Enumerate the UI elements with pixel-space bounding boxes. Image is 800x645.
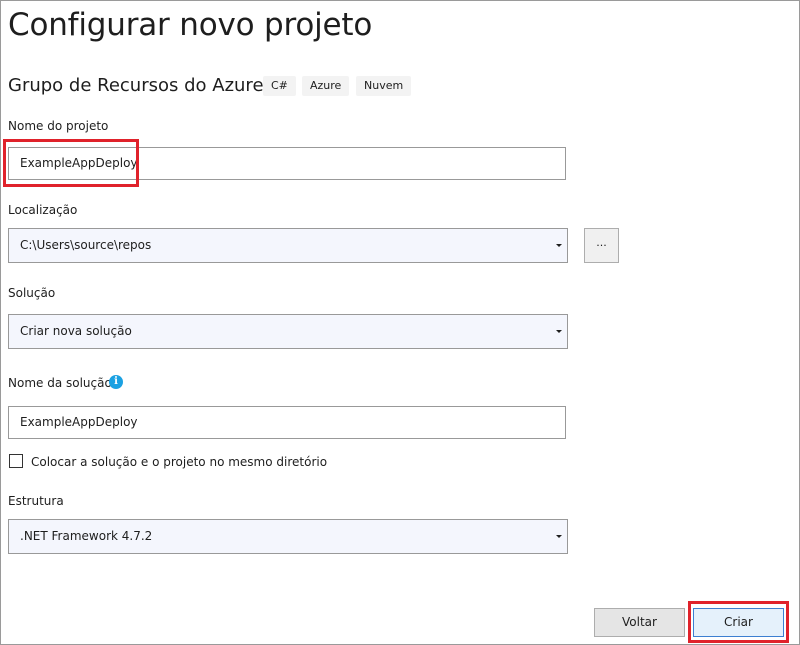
tag-azure: Azure: [302, 76, 350, 96]
framework-dropdown[interactable]: .NET Framework 4.7.2: [8, 519, 568, 554]
solution-value: Criar nova solução: [20, 324, 132, 338]
same-directory-checkbox[interactable]: [9, 454, 23, 468]
tag-csharp: C#: [263, 76, 296, 96]
template-name: Grupo de Recursos do Azure: [8, 75, 264, 96]
info-icon[interactable]: i: [109, 375, 123, 389]
project-name-label: Nome do projeto: [8, 119, 109, 133]
page-title: Configurar novo projeto: [8, 7, 373, 43]
same-directory-label[interactable]: Colocar a solução e o projeto no mesmo d…: [31, 455, 327, 469]
chevron-down-icon: [556, 244, 562, 247]
create-button[interactable]: Criar: [693, 608, 784, 637]
dialog-window: Configurar novo projeto Grupo de Recurso…: [0, 0, 800, 645]
chevron-down-icon: [556, 535, 562, 538]
chevron-down-icon: [556, 330, 562, 333]
location-value: C:\Users\source\repos: [20, 238, 152, 252]
solution-label: Solução: [8, 286, 56, 300]
location-label: Localização: [8, 203, 78, 217]
framework-label: Estrutura: [8, 494, 64, 508]
project-name-input[interactable]: ExampleAppDeploy: [8, 147, 566, 180]
solution-dropdown[interactable]: Criar nova solução: [8, 314, 568, 349]
tag-nuvem: Nuvem: [356, 76, 412, 96]
back-button[interactable]: Voltar: [594, 608, 685, 637]
solution-name-label: Nome da solução: [8, 376, 112, 390]
solution-name-input[interactable]: ExampleAppDeploy: [8, 406, 566, 439]
location-dropdown[interactable]: C:\Users\source\repos: [8, 228, 568, 263]
framework-value: .NET Framework 4.7.2: [20, 529, 153, 543]
browse-button[interactable]: ...: [584, 228, 619, 263]
